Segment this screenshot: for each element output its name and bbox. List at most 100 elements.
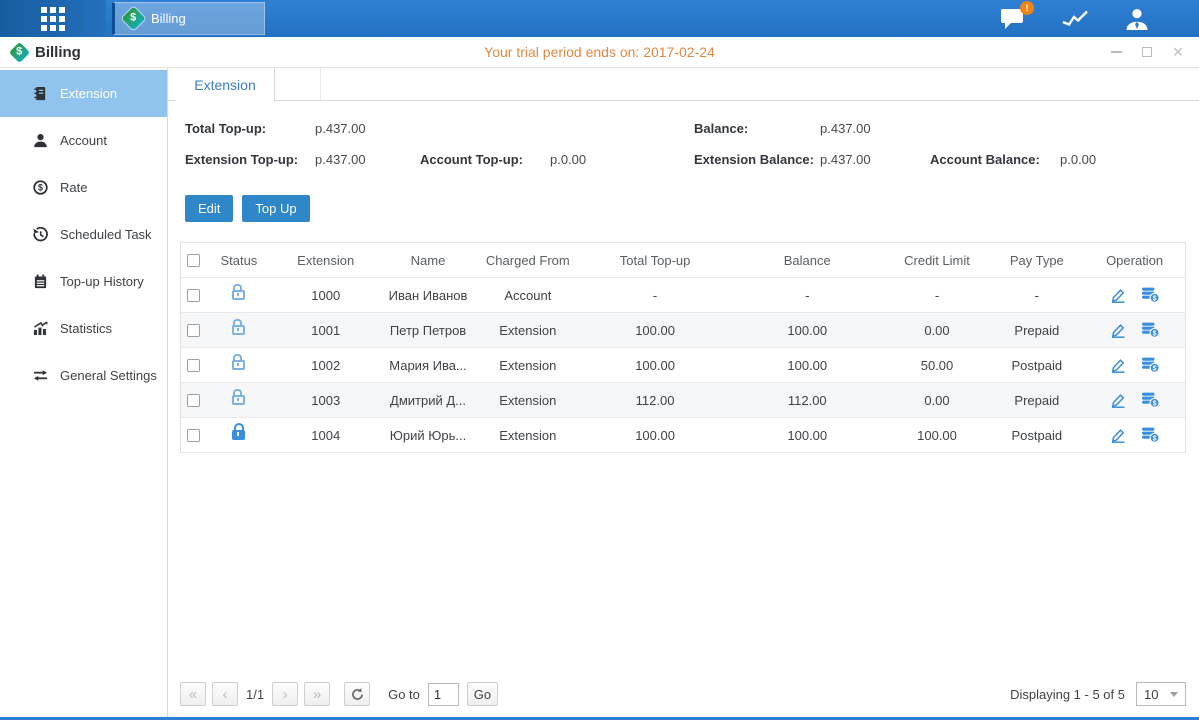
account-topup-value: p.0.00 [550,152,586,167]
pagination-right: Displaying 1 - 5 of 5 10 [1010,682,1186,706]
maximize-button[interactable] [1140,45,1154,59]
header-status[interactable]: Status [207,243,271,277]
edit-extension-button[interactable] [1110,358,1126,373]
page-size-select[interactable]: 10 [1136,682,1186,706]
extension-topup-label: Extension Top-up: [185,152,298,167]
goto-label: Go to [388,687,420,702]
total-topup-value: p.437.00 [315,121,366,136]
pencil-icon [1110,288,1126,303]
pencil-icon [1110,428,1126,443]
notifications-button[interactable]: ! [1000,7,1026,30]
header-name[interactable]: Name [381,243,476,277]
cell-pay-type: - [989,278,1084,312]
table-row[interactable]: 1003 Дмитрий Д... Extension 112.00 112.0… [181,383,1185,418]
app-launcher-button[interactable] [0,0,106,37]
header-charged-from[interactable]: Charged From [475,243,580,277]
header-extension[interactable]: Extension [271,243,381,277]
maximize-icon [1142,47,1152,57]
open-lock-icon[interactable] [232,360,245,370]
sidebar-item-scheduled-task[interactable]: Scheduled Task [0,211,167,258]
row-checkbox[interactable] [187,394,200,407]
edit-extension-button[interactable] [1110,428,1126,443]
total-topup-label: Total Top-up: [185,121,266,136]
open-lock-icon[interactable] [232,395,245,405]
page-size-value: 10 [1144,687,1158,702]
table-row[interactable]: 1004 Юрий Юрь... Extension 100.00 100.00… [181,418,1185,453]
notification-badge: ! [1020,1,1034,15]
cell-balance: 100.00 [730,313,885,347]
tab-strip-divider [320,68,321,101]
history-clock-icon [32,227,48,242]
cell-pay-type: Prepaid [989,313,1084,347]
open-lock-icon[interactable] [232,325,245,335]
trial-notice: Your trial period ends on: 2017-02-24 [0,44,1199,60]
window-controls: × [1109,45,1185,59]
minimize-button[interactable] [1109,45,1123,59]
sliders-arrows-icon [32,368,48,383]
tab-extension[interactable]: Extension [176,68,275,102]
cell-credit-limit: 50.00 [885,348,990,382]
sidebar-item-general-settings[interactable]: General Settings [0,352,167,399]
pencil-icon [1110,323,1126,338]
row-checkbox[interactable] [187,359,200,372]
sidebar-item-label: Account [60,133,107,148]
top-up-extension-button[interactable]: $ [1141,287,1160,303]
user-account-button[interactable] [1125,7,1149,31]
monitor-button[interactable] [1062,8,1089,30]
sidebar-item-account[interactable]: Account [0,117,167,164]
go-button[interactable]: Go [467,682,498,706]
refresh-button[interactable] [344,682,370,706]
cell-credit-limit: 0.00 [885,313,990,347]
cell-charged-from: Account [475,278,580,312]
top-up-button[interactable]: Top Up [242,195,309,222]
cell-credit-limit: - [885,278,990,312]
sidebar-item-topup-history[interactable]: Top-up History [0,258,167,305]
open-lock-icon[interactable] [232,290,245,300]
minimize-icon [1111,51,1122,53]
select-all-checkbox[interactable] [187,254,200,267]
edit-extension-button[interactable] [1110,393,1126,408]
edit-extension-button[interactable] [1110,288,1126,303]
cell-pay-type: Postpaid [989,418,1084,452]
cell-credit-limit: 0.00 [885,383,990,417]
cell-total-topup: 100.00 [580,418,730,452]
sidebar-item-label: General Settings [60,368,157,383]
sidebar-item-rate[interactable]: $ Rate [0,164,167,211]
taskbar-tab-billing[interactable]: $ Billing [112,2,265,35]
top-up-extension-button[interactable]: $ [1141,427,1160,443]
header-pay-type[interactable]: Pay Type [989,243,1084,277]
header-credit-limit[interactable]: Credit Limit [885,243,990,277]
header-balance[interactable]: Balance [730,243,885,277]
top-up-extension-button[interactable]: $ [1141,357,1160,373]
header-total-topup[interactable]: Total Top-up [580,243,730,277]
table-row[interactable]: 1001 Петр Петров Extension 100.00 100.00… [181,313,1185,348]
refresh-icon [351,688,364,701]
row-checkbox[interactable] [187,429,200,442]
next-page-button[interactable]: › [272,682,298,706]
cell-extension: 1002 [271,348,381,382]
row-checkbox[interactable] [187,289,200,302]
goto-page-input[interactable] [428,683,459,706]
prev-page-button[interactable]: ‹ [212,682,238,706]
cell-balance: 100.00 [730,348,885,382]
top-up-extension-button[interactable]: $ [1141,322,1160,338]
header-operation: Operation [1084,243,1185,277]
top-up-extension-button[interactable]: $ [1141,392,1160,408]
cell-name: Юрий Юрь... [381,418,476,452]
sidebar-item-extension[interactable]: Extension [0,70,167,117]
edit-extension-button[interactable] [1110,323,1126,338]
sidebar-item-statistics[interactable]: Statistics [0,305,167,352]
account-topup-label: Account Top-up: [420,152,523,167]
main-content: Extension Total Top-up: p.437.00 Balance… [168,68,1199,717]
table-row[interactable]: 1000 Иван Иванов Account - - - - [181,278,1185,313]
coins-dollar-icon: $ [1141,322,1160,338]
row-checkbox[interactable] [187,324,200,337]
close-button[interactable]: × [1171,45,1185,59]
first-page-button[interactable]: « [180,682,206,706]
edit-button[interactable]: Edit [185,195,233,222]
table-row[interactable]: 1002 Мария Ива... Extension 100.00 100.0… [181,348,1185,383]
last-page-button[interactable]: » [304,682,330,706]
taskbar-right-icons: ! [1000,0,1149,37]
closed-lock-icon[interactable] [232,430,245,440]
sidebar: Extension Account $ Rate Scheduled Task … [0,68,168,717]
